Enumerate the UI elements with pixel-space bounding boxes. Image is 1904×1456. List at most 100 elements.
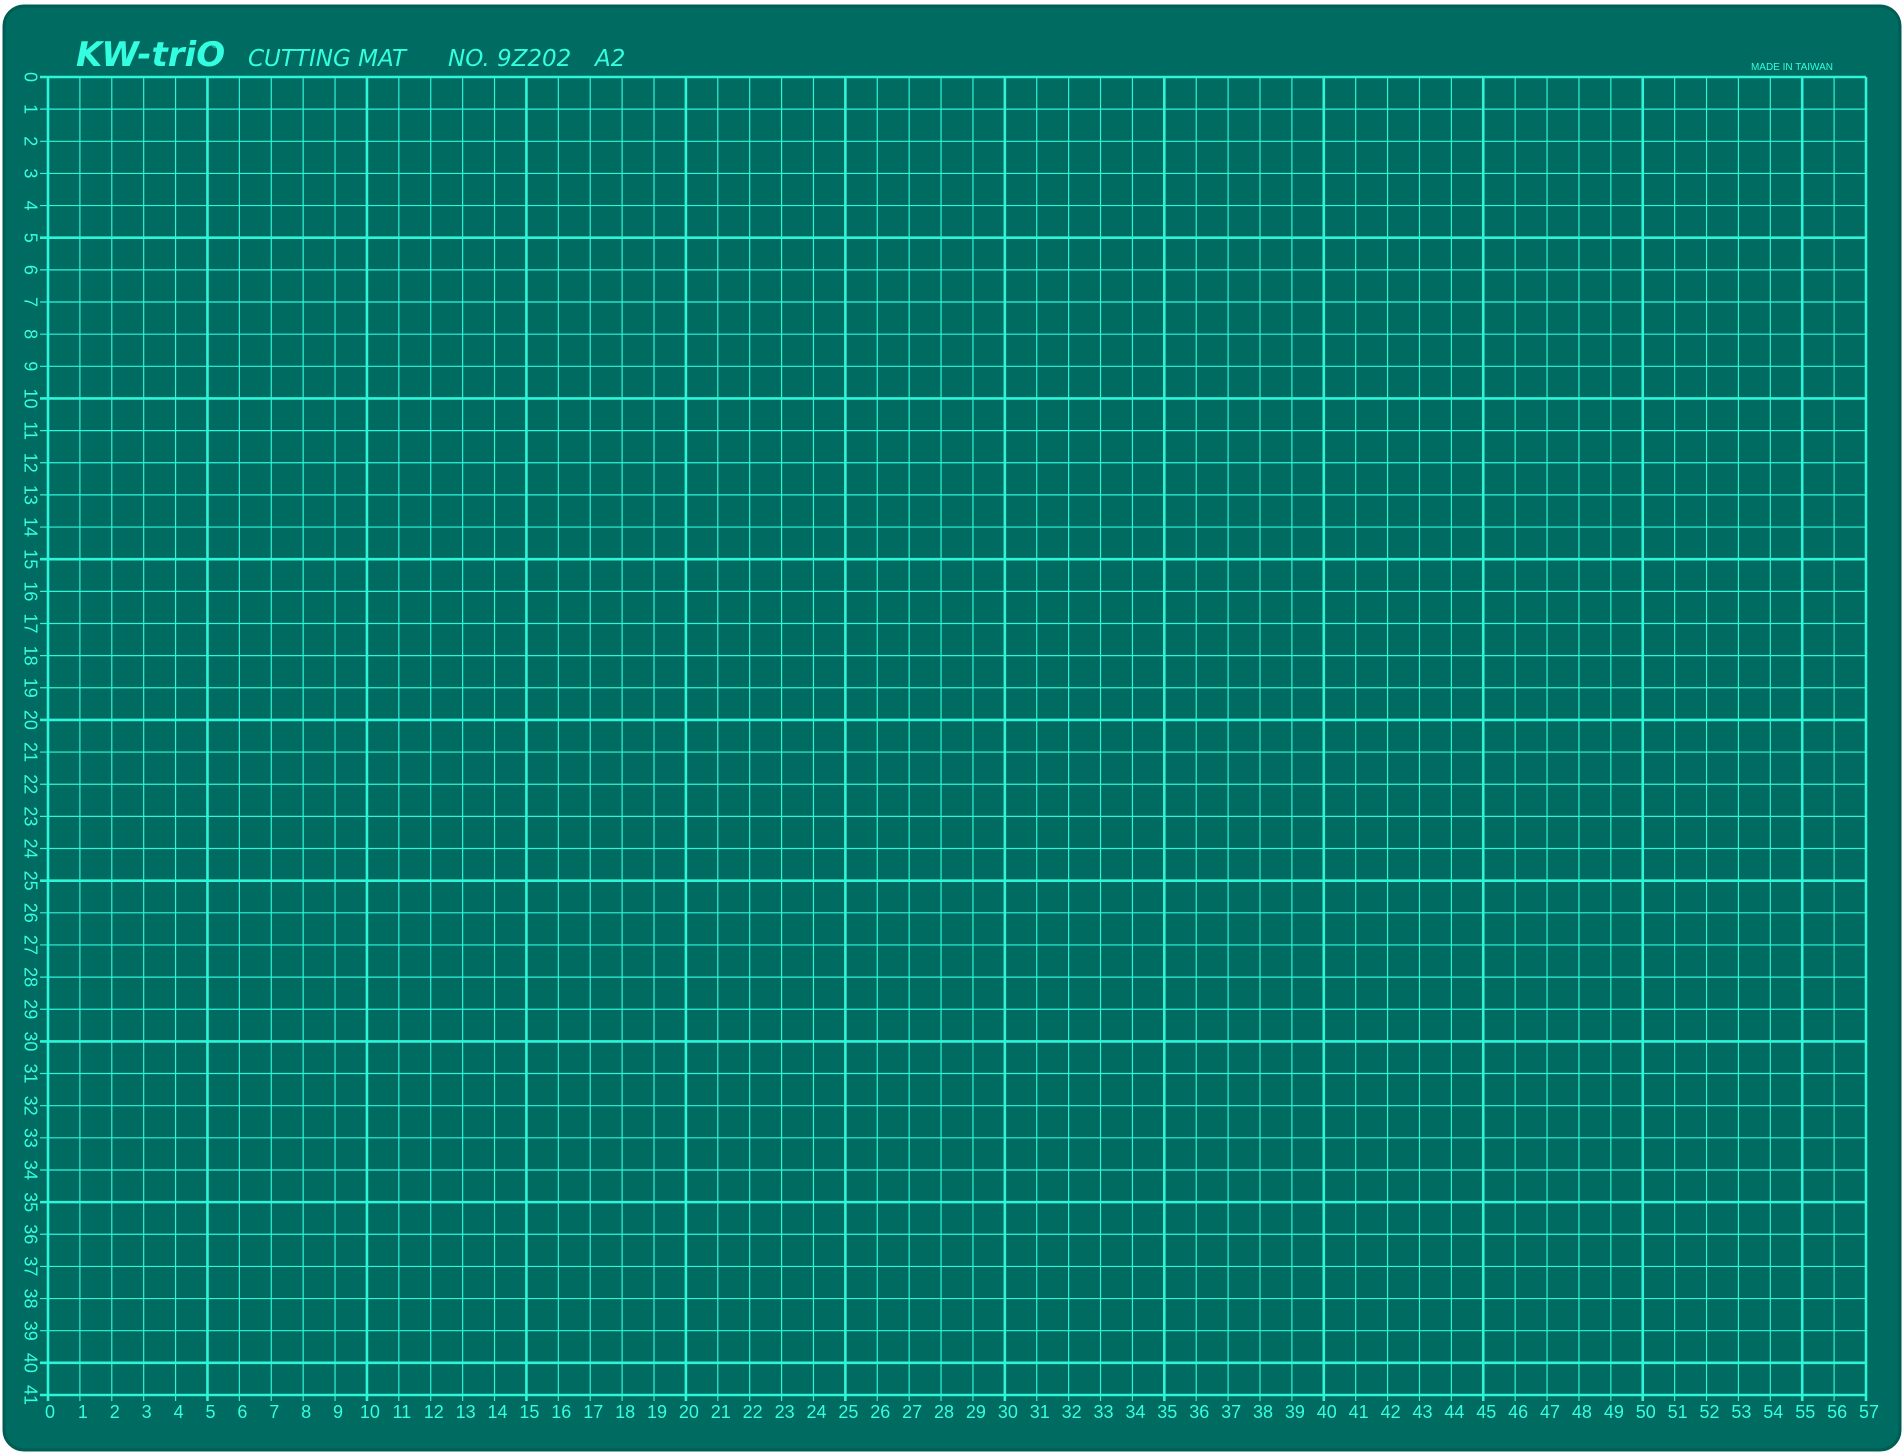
left-scale-label: 20 [20,710,40,730]
bottom-scale-label: 48 [1572,1402,1592,1422]
left-scale-label: 35 [20,1192,40,1212]
bottom-scale-label: 22 [743,1402,763,1422]
left-scale-label: 9 [20,361,40,371]
left-scale-label: 29 [20,999,40,1019]
left-scale-label: 38 [20,1289,40,1309]
bottom-scale-label: 41 [1349,1402,1369,1422]
bottom-scale-label: 47 [1540,1402,1560,1422]
model-number: NO. 9Z202 [448,46,571,72]
left-scale-label: 34 [20,1160,40,1180]
bottom-scale-label: 18 [615,1402,635,1422]
bottom-scale-label: 30 [998,1402,1018,1422]
left-scale-label: 27 [20,935,40,955]
bottom-scale-label: 50 [1636,1402,1656,1422]
bottom-scale-label: 6 [237,1402,247,1422]
bottom-scale-label: 55 [1795,1402,1815,1422]
left-scale-label: 26 [20,903,40,923]
left-scale-label: 11 [20,421,40,440]
bottom-scale-label: 31 [1030,1402,1050,1422]
left-scale-label: 32 [20,1096,40,1116]
bottom-scale-label: 14 [488,1402,508,1422]
bottom-scale-label: 9 [333,1402,343,1422]
bottom-scale-label: 32 [1062,1402,1082,1422]
bottom-scale-label: 34 [1125,1402,1145,1422]
bottom-scale-label: 36 [1189,1402,1209,1422]
bottom-scale-label: 39 [1285,1402,1305,1422]
bottom-scale-label: 0 [45,1402,55,1422]
bottom-scale-label: 33 [1094,1402,1114,1422]
left-scale-label: 21 [20,742,40,762]
left-scale-label: 0 [20,72,40,82]
bottom-scale-label: 4 [174,1402,184,1422]
bottom-scale-label: 27 [902,1402,922,1422]
cutting-mat: 0 1 2 3 4 5 6 7 8 9 10 11 12 13 14 15 16 17 18 19 20 21 22 23 24… [0,0,1904,1456]
left-scale-label: 16 [20,581,40,601]
left-scale-label: 4 [20,201,40,211]
bottom-scale-label: 28 [934,1402,954,1422]
bottom-scale-label: 21 [711,1402,731,1422]
bottom-scale-label: 2 [110,1402,120,1422]
bottom-scale-label: 1 [78,1402,88,1422]
mat-background [2,4,1902,1452]
bottom-scale-label: 19 [647,1402,667,1422]
bottom-scale-label: 37 [1221,1402,1241,1422]
left-scale-label: 25 [20,871,40,891]
bottom-scale-label: 38 [1253,1402,1273,1422]
left-scale-label: 6 [20,265,40,275]
left-scale-label: 39 [20,1321,40,1341]
cutting-mat-surface: 0 1 2 3 4 5 6 7 8 9 10 11 12 13 14 15 16 17 18 19 20 21 22 23 24… [2,4,1902,1452]
left-scale-label: 28 [20,967,40,987]
left-scale-label: 24 [20,838,40,858]
left-scale-label: 31 [20,1064,40,1084]
bottom-scale-label: 17 [583,1402,603,1422]
bottom-scale-label: 46 [1508,1402,1528,1422]
bottom-scale-label: 23 [775,1402,795,1422]
left-scale-label: 17 [20,613,40,633]
bottom-scale-label: 13 [456,1402,476,1422]
bottom-scale-label: 45 [1476,1402,1496,1422]
bottom-scale-label: 15 [519,1402,539,1422]
left-scale-label: 33 [20,1128,40,1148]
left-scale-label: 18 [20,646,40,666]
brand-logo: KW-triO [76,35,225,75]
bottom-scale-label: 52 [1700,1402,1720,1422]
bottom-scale-label: 24 [806,1402,826,1422]
left-scale-label: 15 [20,549,40,569]
left-scale-label: 37 [20,1256,40,1276]
bottom-scale-label: 25 [838,1402,858,1422]
bottom-scale-label: 8 [301,1402,311,1422]
left-scale-label: 41 [20,1385,40,1405]
bottom-scale-label: 56 [1827,1402,1847,1422]
origin-label: MADE IN TAIWAN [1751,62,1833,73]
left-scale-label: 23 [20,806,40,826]
bottom-scale-label: 11 [392,1402,411,1422]
left-scale-label: 12 [20,453,40,473]
bottom-scale-label: 20 [679,1402,699,1422]
left-scale-label: 2 [20,136,40,146]
bottom-scale-label: 54 [1763,1402,1783,1422]
left-scale-label: 22 [20,774,40,794]
bottom-scale-label: 3 [142,1402,152,1422]
left-scale-label: 5 [20,233,40,243]
mat-size: A2 [593,46,625,72]
left-scale-label: 19 [20,678,40,698]
bottom-scale-label: 7 [269,1402,279,1422]
bottom-scale-label: 53 [1731,1402,1751,1422]
left-scale-label: 30 [20,1031,40,1051]
product-name: CUTTING MAT [248,46,408,72]
bottom-scale-label: 51 [1668,1402,1688,1422]
left-scale-label: 8 [20,329,40,339]
left-scale-label: 7 [20,297,40,307]
left-scale-label: 36 [20,1224,40,1244]
bottom-scale-label: 42 [1381,1402,1401,1422]
bottom-scale-label: 40 [1317,1402,1337,1422]
bottom-scale-label: 10 [360,1402,380,1422]
left-scale-label: 13 [20,485,40,505]
bottom-scale-label: 26 [870,1402,890,1422]
bottom-scale-label: 49 [1604,1402,1624,1422]
bottom-scale-label: 16 [551,1402,571,1422]
left-scale-label: 1 [20,104,40,114]
bottom-scale-label: 44 [1444,1402,1464,1422]
bottom-scale-label: 35 [1157,1402,1177,1422]
bottom-scale-label: 29 [966,1402,986,1422]
